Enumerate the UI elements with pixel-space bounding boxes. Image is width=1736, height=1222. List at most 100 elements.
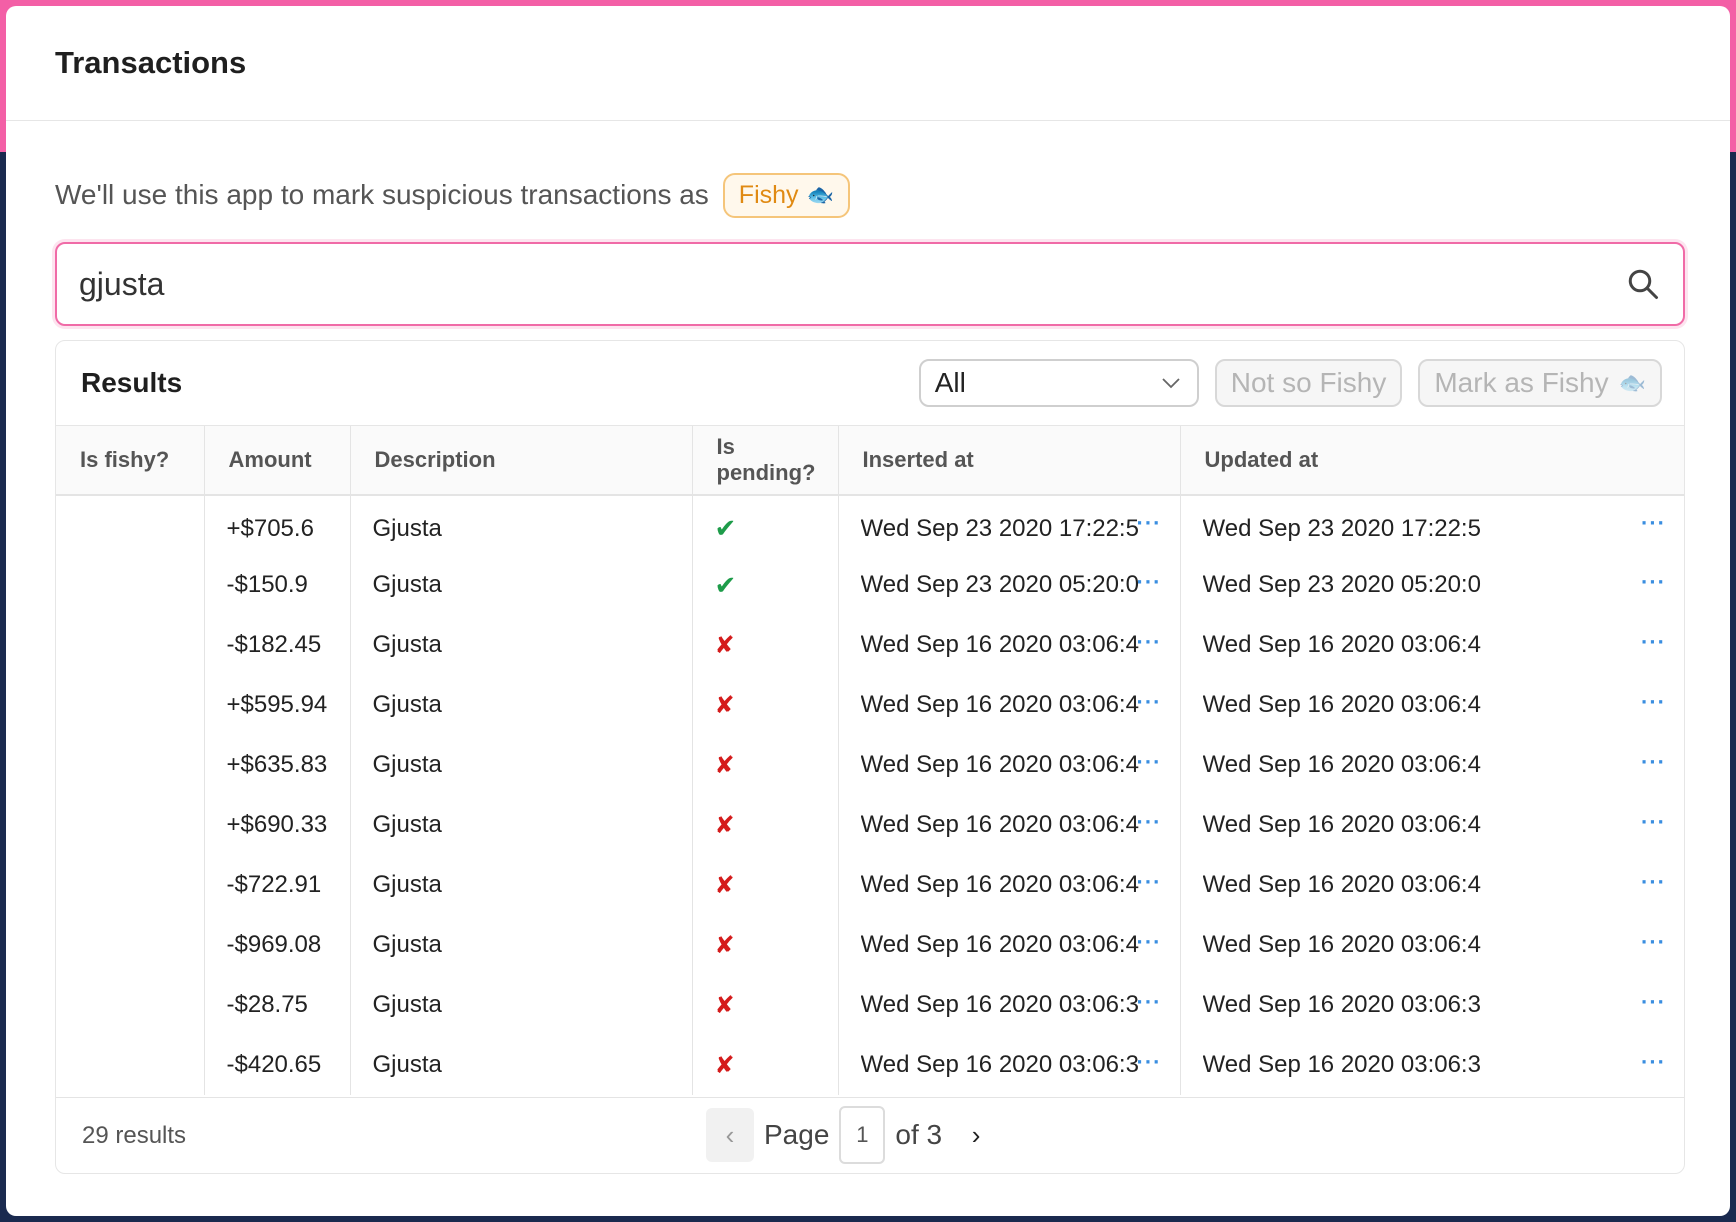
column-header-updated-at[interactable]: Updated at [1180, 426, 1684, 496]
cell-amount: -$182.45 [204, 615, 351, 675]
table-row[interactable]: -$182.45 Gjusta ✘ Wed Sep 16 2020 03:06:4 ··… [56, 615, 1684, 675]
results-table-wrap: Is fishy? Amount Description Is pending?… [56, 426, 1684, 1098]
cell-inserted-at: Wed Sep 23 2020 17:22:5 ··· [838, 495, 1181, 555]
table-row[interactable]: -$150.9 Gjusta ✔ Wed Sep 23 2020 05:20:0 ···… [56, 555, 1684, 615]
more-icon[interactable]: ··· [1641, 569, 1666, 595]
inserted-at-text: Wed Sep 16 2020 03:06:4 [860, 631, 1139, 659]
results-count: 29 results [82, 1122, 187, 1149]
search-icon[interactable] [1625, 266, 1661, 302]
more-icon[interactable]: ··· [1641, 869, 1666, 895]
cell-inserted-at: Wed Sep 16 2020 03:06:3 ··· [838, 975, 1181, 1035]
cell-updated-at: Wed Sep 16 2020 03:06:3 ··· [1180, 1035, 1684, 1095]
fish-icon: 🐟 [806, 182, 834, 207]
cell-updated-at: Wed Sep 16 2020 03:06:4 ··· [1180, 615, 1684, 675]
cell-is-fishy [56, 735, 205, 795]
search-box [55, 242, 1685, 326]
previous-page-button[interactable]: ‹ [706, 1108, 754, 1162]
column-header-inserted-at[interactable]: Inserted at [838, 426, 1181, 496]
cell-updated-at: Wed Sep 23 2020 05:20:0 ··· [1180, 555, 1684, 615]
cell-description: Gjusta [350, 1035, 693, 1095]
cell-amount: +$690.33 [204, 795, 351, 855]
table-row[interactable]: -$722.91 Gjusta ✘ Wed Sep 16 2020 03:06:4 ··… [56, 855, 1684, 915]
panel-header: Transactions [6, 6, 1730, 121]
inserted-at-text: Wed Sep 16 2020 03:06:4 [860, 931, 1139, 959]
more-icon[interactable]: ··· [1641, 809, 1666, 835]
updated-at-text: Wed Sep 16 2020 03:06:3 [1202, 991, 1481, 1019]
mark-as-fishy-button[interactable]: Mark as Fishy 🐟 [1418, 359, 1662, 407]
updated-at-text: Wed Sep 16 2020 03:06:4 [1202, 631, 1481, 659]
cell-inserted-at: Wed Sep 23 2020 05:20:0 ··· [838, 555, 1181, 615]
cell-is-pending: ✘ [692, 975, 839, 1035]
table-row[interactable]: -$969.08 Gjusta ✘ Wed Sep 16 2020 03:06:4 ··… [56, 915, 1684, 975]
column-header-amount[interactable]: Amount [204, 426, 351, 496]
column-header-is-pending[interactable]: Is pending? [692, 426, 839, 496]
results-title: Results [81, 367, 183, 398]
cell-amount: +$635.83 [204, 735, 351, 795]
table-row[interactable]: +$705.6 Gjusta ✔ Wed Sep 23 2020 17:22:5 ···… [56, 495, 1684, 555]
cell-description: Gjusta [350, 795, 693, 855]
more-icon[interactable]: ··· [1641, 989, 1666, 1015]
cell-description: Gjusta [350, 555, 693, 615]
table-header-row: Is fishy? Amount Description Is pending?… [56, 426, 1684, 496]
fishy-badge: Fishy 🐟 [722, 172, 850, 218]
cell-inserted-at: Wed Sep 16 2020 03:06:4 ··· [838, 615, 1181, 675]
more-icon[interactable]: ··· [1137, 809, 1162, 835]
filter-select[interactable]: All [918, 359, 1199, 407]
filter-value: All [934, 367, 966, 398]
cell-is-fishy [56, 975, 205, 1035]
table-row[interactable]: -$420.65 Gjusta ✘ Wed Sep 16 2020 03:06:3 ··… [56, 1035, 1684, 1095]
cell-inserted-at: Wed Sep 16 2020 03:06:4 ··· [838, 675, 1181, 735]
more-icon[interactable]: ··· [1137, 689, 1162, 715]
cell-is-fishy [56, 555, 205, 615]
more-icon[interactable]: ··· [1137, 510, 1162, 536]
chevron-right-icon: › [971, 1119, 981, 1150]
more-icon[interactable]: ··· [1641, 510, 1666, 536]
column-header-is-fishy[interactable]: Is fishy? [56, 426, 205, 496]
more-icon[interactable]: ··· [1137, 989, 1162, 1015]
pagination: ‹ Page of 3 › [706, 1106, 1000, 1164]
more-icon[interactable]: ··· [1137, 749, 1162, 775]
cell-is-fishy [56, 855, 205, 915]
cell-amount: +$595.94 [204, 675, 351, 735]
intro-text: We'll use this app to mark suspicious tr… [55, 179, 709, 210]
cell-updated-at: Wed Sep 16 2020 03:06:3 ··· [1180, 975, 1684, 1035]
inserted-at-text: Wed Sep 16 2020 03:06:3 [860, 991, 1139, 1019]
search-input[interactable] [79, 265, 1625, 303]
more-icon[interactable]: ··· [1641, 629, 1666, 655]
page-number-input[interactable] [839, 1106, 886, 1164]
more-icon[interactable]: ··· [1641, 1049, 1666, 1075]
table-row[interactable]: +$635.83 Gjusta ✘ Wed Sep 16 2020 03:06:4 ··… [56, 735, 1684, 795]
more-icon[interactable]: ··· [1137, 869, 1162, 895]
cell-inserted-at: Wed Sep 16 2020 03:06:3 ··· [838, 1035, 1181, 1095]
cell-is-fishy [56, 615, 205, 675]
cross-icon: ✘ [714, 811, 735, 839]
table-row[interactable]: +$690.33 Gjusta ✘ Wed Sep 16 2020 03:06:4 ··… [56, 795, 1684, 855]
more-icon[interactable]: ··· [1137, 1049, 1162, 1075]
more-icon[interactable]: ··· [1641, 749, 1666, 775]
cell-description: Gjusta [350, 915, 693, 975]
updated-at-text: Wed Sep 16 2020 03:06:3 [1202, 1051, 1481, 1079]
more-icon[interactable]: ··· [1641, 689, 1666, 715]
cell-inserted-at: Wed Sep 16 2020 03:06:4 ··· [838, 735, 1181, 795]
cell-is-pending: ✘ [692, 675, 839, 735]
more-icon[interactable]: ··· [1641, 929, 1666, 955]
table-row[interactable]: +$595.94 Gjusta ✘ Wed Sep 16 2020 03:06:4 ··… [56, 675, 1684, 735]
column-header-description[interactable]: Description [350, 426, 693, 496]
results-card: Results All Not so Fishy Mark as Fishy 🐟 [55, 340, 1685, 1174]
cell-is-fishy [56, 915, 205, 975]
cross-icon: ✘ [714, 691, 735, 719]
page-total: of 3 [895, 1119, 943, 1150]
more-icon[interactable]: ··· [1137, 629, 1162, 655]
cell-amount: -$150.9 [204, 555, 351, 615]
cross-icon: ✘ [714, 751, 735, 779]
cell-description: Gjusta [350, 975, 693, 1035]
more-icon[interactable]: ··· [1137, 929, 1162, 955]
cell-description: Gjusta [350, 735, 693, 795]
table-row[interactable]: -$28.75 Gjusta ✘ Wed Sep 16 2020 03:06:3 ···… [56, 975, 1684, 1035]
more-icon[interactable]: ··· [1137, 569, 1162, 595]
next-page-button[interactable]: › [952, 1108, 1000, 1162]
cell-updated-at: Wed Sep 16 2020 03:06:4 ··· [1180, 915, 1684, 975]
cell-is-pending: ✘ [692, 795, 839, 855]
cross-icon: ✘ [714, 931, 735, 959]
not-so-fishy-button[interactable]: Not so Fishy [1214, 359, 1403, 407]
